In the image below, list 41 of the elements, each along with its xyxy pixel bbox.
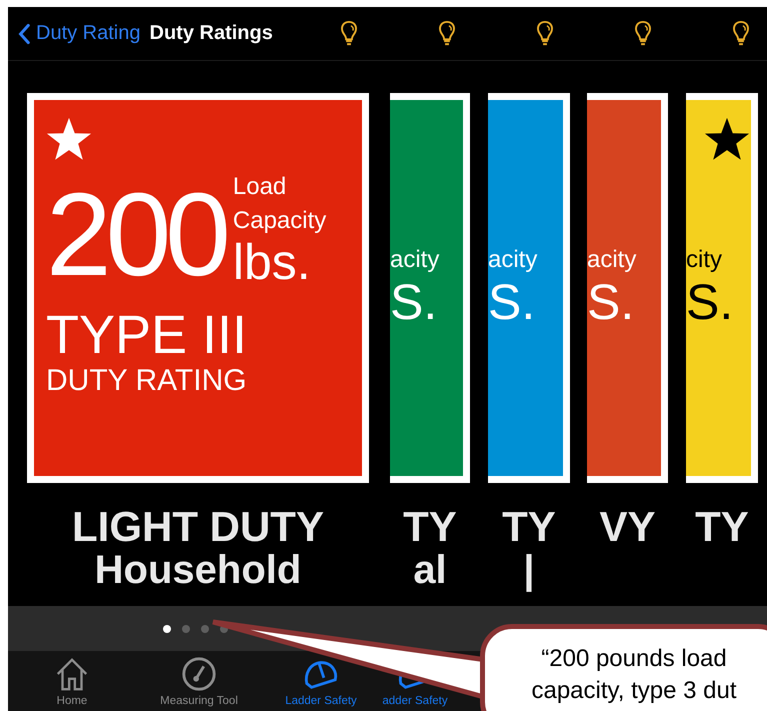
tab[interactable]: Measuring Tool	[136, 651, 262, 711]
card-title: VY	[599, 505, 656, 550]
page-dot[interactable]	[163, 624, 171, 632]
card-title: LIGHT DUTY	[72, 505, 324, 550]
card-subtitle: al	[413, 549, 447, 592]
screen-title: Duty Ratings	[150, 22, 273, 45]
duty-rating-card[interactable]: acity S.	[488, 93, 570, 483]
lightbulb-icon[interactable]	[730, 20, 751, 47]
duty-rating-card[interactable]: acity S.	[587, 93, 668, 483]
capacity-label: acity	[488, 245, 538, 275]
unit-label: S.	[686, 276, 734, 327]
capacity-label: city	[686, 245, 723, 275]
duty-rating-card[interactable]: city S.	[686, 93, 758, 483]
tab[interactable]: Home	[8, 651, 136, 711]
lightbulb-icon[interactable]	[632, 20, 653, 47]
callout-text: “200 pounds load capacity, type 3 dut	[530, 644, 738, 706]
unit-label: S.	[587, 276, 636, 327]
type-label: TYPE III	[46, 308, 248, 362]
unit-label: lbs.	[232, 237, 312, 288]
chevron-left-icon	[18, 22, 30, 44]
card-title: TY	[403, 505, 457, 550]
rating-label: DUTY RATING	[46, 364, 248, 398]
capacity-number: 200	[46, 176, 225, 294]
duty-rating-card[interactable]: acity S.	[390, 93, 470, 483]
card-title: TY	[502, 505, 556, 550]
card-title: TY	[695, 505, 749, 550]
load-label: Load	[232, 172, 288, 202]
capacity-label: acity	[390, 245, 440, 275]
unit-label: S.	[488, 276, 536, 327]
page-dot[interactable]	[182, 624, 190, 632]
capacity-label: Capacity	[232, 206, 326, 236]
capacity-label: acity	[587, 245, 638, 275]
lightbulb-icon[interactable]	[436, 20, 457, 47]
page-dot[interactable]	[201, 624, 209, 632]
lightbulb-icon[interactable]	[534, 20, 555, 47]
card-subtitle: Household	[94, 549, 302, 592]
unit-label: S.	[390, 276, 438, 327]
lightbulb-icon[interactable]	[338, 20, 359, 47]
card-subtitle: |	[523, 549, 535, 592]
gauge-icon	[180, 655, 218, 693]
back-button[interactable]: Duty Rating	[8, 22, 140, 45]
